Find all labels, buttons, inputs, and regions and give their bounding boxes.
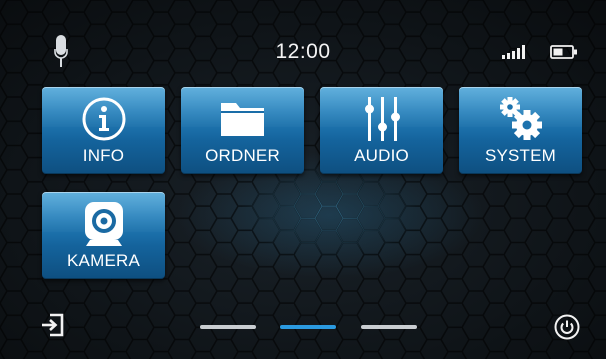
page-indicator-1[interactable]	[200, 325, 256, 329]
system-tile[interactable]: SYSTEM	[459, 87, 582, 174]
audio-tile[interactable]: AUDIO	[320, 87, 443, 174]
signal-strength-icon	[502, 45, 525, 59]
equalizer-icon	[320, 93, 443, 145]
gears-icon	[459, 93, 582, 145]
home-screen: 12:00 INFO ORDNER AUDIO SYSTEM KAMERA	[0, 0, 606, 359]
audio-tile-label: AUDIO	[354, 146, 409, 165]
ordner-tile[interactable]: ORDNER	[181, 87, 304, 174]
kamera-tile-label: KAMERA	[67, 251, 140, 270]
exit-icon[interactable]	[40, 312, 66, 338]
page-indicator-2-active[interactable]	[280, 325, 336, 329]
kamera-tile[interactable]: KAMERA	[42, 192, 165, 279]
info-icon	[42, 93, 165, 145]
power-icon[interactable]	[554, 314, 580, 340]
camera-icon	[42, 198, 165, 250]
info-tile[interactable]: INFO	[42, 87, 165, 174]
folder-icon	[181, 93, 304, 145]
system-tile-label: SYSTEM	[484, 146, 557, 165]
ordner-tile-label: ORDNER	[205, 146, 280, 165]
battery-icon	[550, 45, 577, 59]
page-indicator-3[interactable]	[361, 325, 417, 329]
info-tile-label: INFO	[82, 146, 125, 165]
